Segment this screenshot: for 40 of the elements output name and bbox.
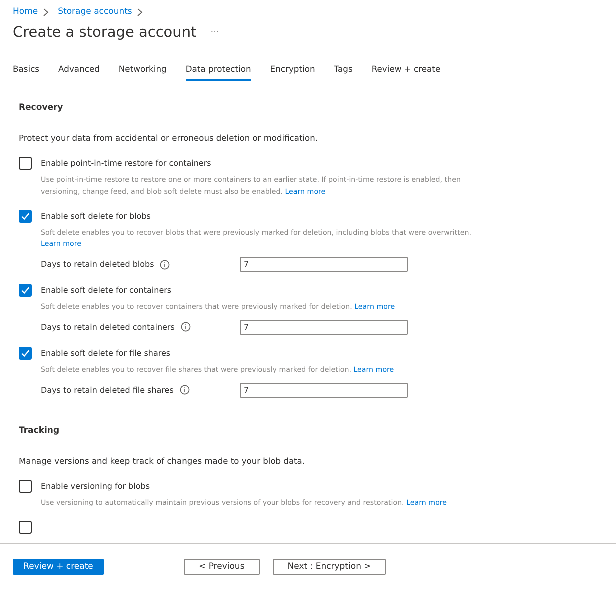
chevron-icon <box>43 8 50 16</box>
breadcrumb-link[interactable]: Home <box>13 7 38 17</box>
checkbox-label: Enable soft delete for blobs <box>41 212 151 221</box>
tab[interactable]: Networking <box>118 61 167 81</box>
info-icon <box>160 260 170 270</box>
next-button[interactable]: Next : Encryption > <box>272 559 386 575</box>
section-heading: Tracking <box>19 426 61 436</box>
field-label: Days to retain deleted containers <box>41 322 175 332</box>
days-field[interactable]: 7 <box>240 382 408 398</box>
tab[interactable]: Review + create <box>372 61 441 81</box>
section-heading: Recovery <box>19 103 64 113</box>
field-label: Days to retain deleted blobs <box>41 260 154 270</box>
review-create-button[interactable]: Review + create <box>13 559 104 575</box>
checkbox[interactable] <box>19 346 32 360</box>
field-label: Days to retain deleted file shares <box>41 386 174 395</box>
section-description: Manage versions and keep track of changes made to your blob data. <box>19 456 306 466</box>
checkbox-label: Enable versioning for blobs <box>41 482 150 491</box>
tab[interactable]: Tags <box>334 61 353 81</box>
info-icon <box>180 322 191 332</box>
days-field[interactable]: 7 <box>240 320 408 335</box>
previous-button[interactable]: < Previous <box>184 559 260 575</box>
checkbox[interactable] <box>19 157 32 170</box>
tab[interactable]: Data protection <box>186 61 252 81</box>
checkbox-label: Enable soft delete for containers <box>41 286 172 296</box>
checkbox[interactable] <box>19 520 32 534</box>
days-field[interactable]: 7 <box>240 257 408 272</box>
tab[interactable]: Encryption <box>270 61 316 81</box>
checkbox[interactable] <box>19 210 32 223</box>
chevron-icon <box>137 8 144 16</box>
info-icon <box>180 385 190 396</box>
tab[interactable]: Advanced <box>58 61 100 81</box>
more-button[interactable]: ··· <box>210 28 220 38</box>
checkbox-label: Enable point-in-time restore for containers <box>41 159 212 168</box>
checkbox[interactable] <box>19 284 32 298</box>
checkbox[interactable] <box>19 480 32 493</box>
page-title: Create a storage account <box>13 25 197 41</box>
checkbox-label: Enable soft delete for file shares <box>41 348 171 358</box>
tab[interactable]: Basics <box>13 61 40 81</box>
breadcrumb-link[interactable]: Storage accounts <box>58 7 132 17</box>
section-description: Protect your data from accidental or erroneous deletion or modification. <box>19 133 319 143</box>
